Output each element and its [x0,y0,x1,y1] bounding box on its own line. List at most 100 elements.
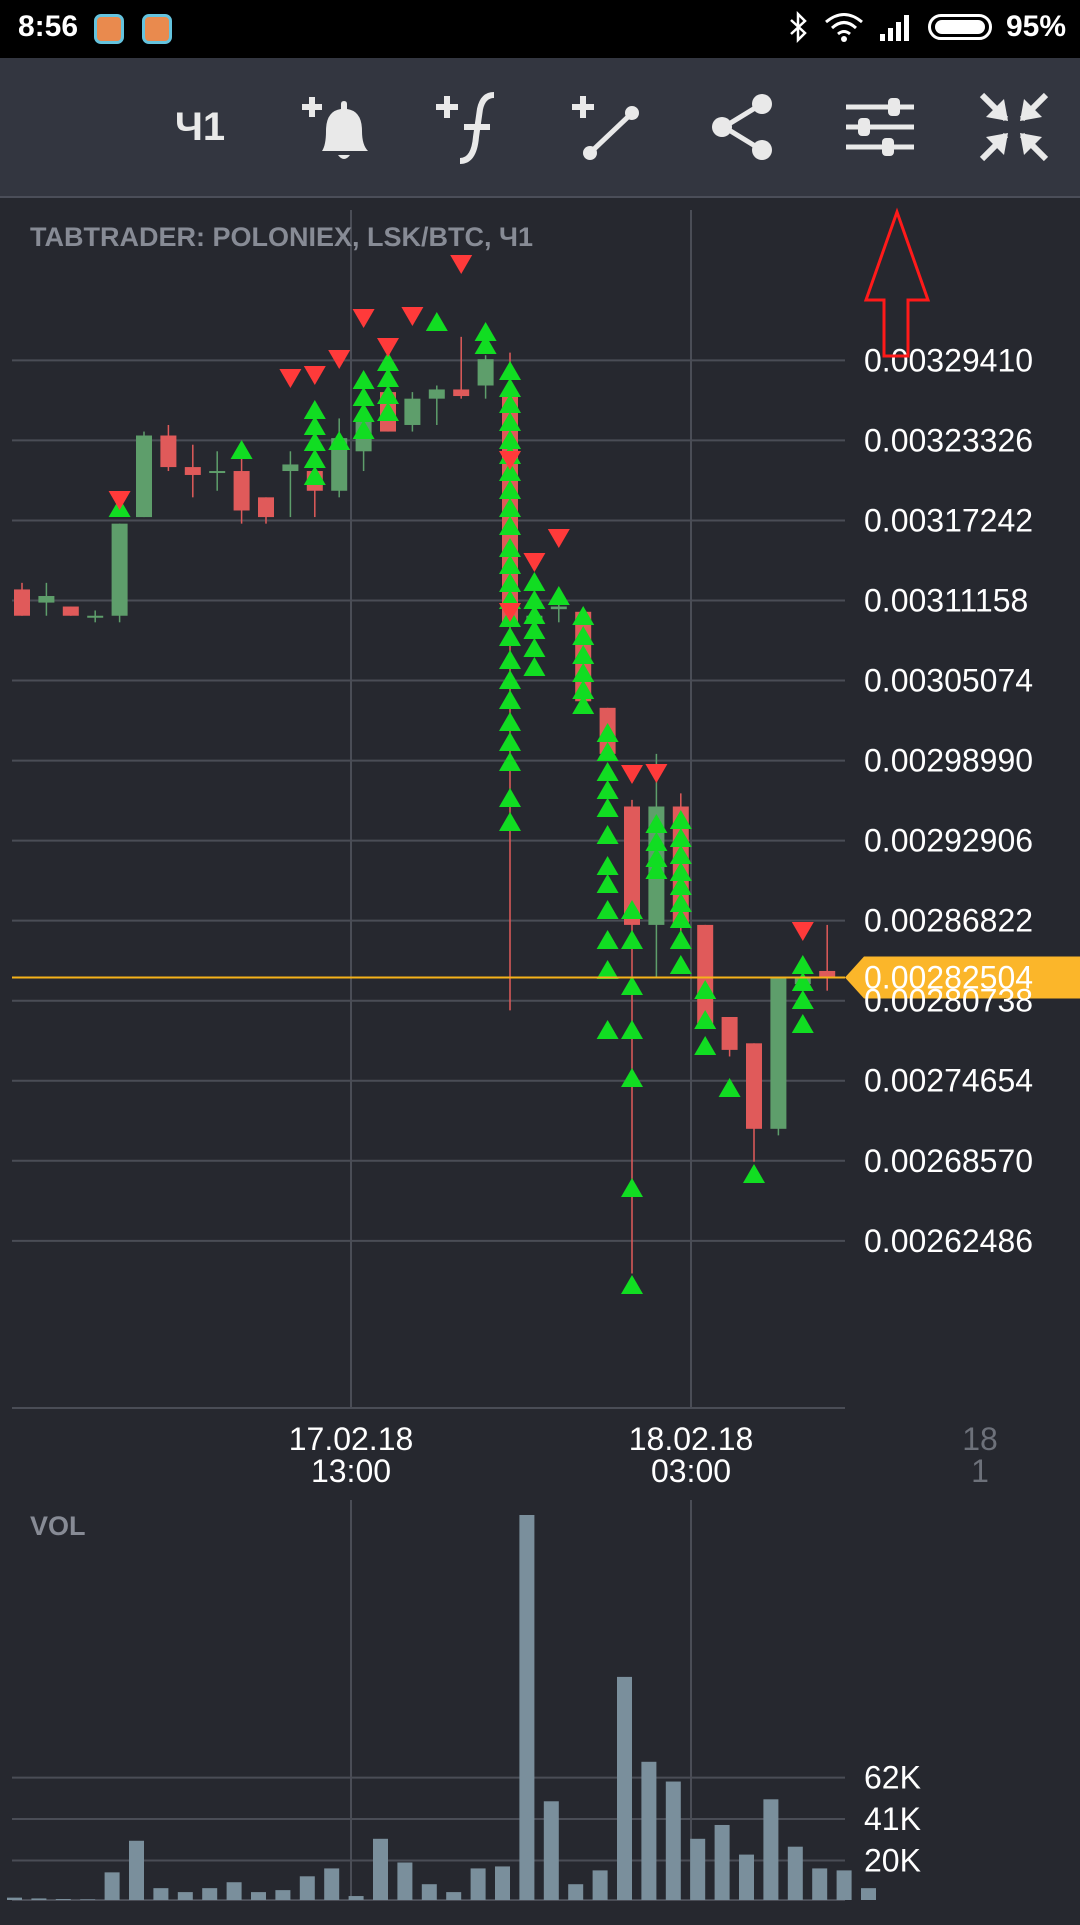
volume-bar [80,1899,96,1900]
buy-signal-marker [596,856,619,875]
buy-signal-marker [352,370,375,389]
buy-signal-marker [596,960,619,979]
chart-title: TABTRADER: POLONIEX, LSK/BTC, Ч1 [30,222,533,252]
add-indicator-button[interactable] [430,58,514,196]
price-axis: 0.00329410 0.00323326 0.00317242 0.00311158… [864,342,1033,1258]
volume-label: VOL [30,1511,86,1541]
wifi-icon [824,13,863,42]
buy-signal-marker [621,1275,643,1294]
volume-bar [129,1840,144,1900]
add-indicator-icon [436,92,495,164]
candle-body [746,1043,762,1129]
sell-signal-marker [523,553,546,572]
add-drawing-button[interactable] [566,58,650,196]
volume-bar [55,1899,71,1900]
candle-body [282,464,299,472]
buy-signal-marker [499,650,521,669]
buy-signal-marker [523,638,546,657]
buy-signal-marker [621,930,643,949]
candle-body [453,389,470,397]
app-notification-icon [94,14,124,44]
volume-bar [519,1515,535,1900]
app-notification-icon [142,14,172,44]
time-tick-date: 17.02.18 [289,1421,414,1457]
add-alert-button[interactable] [296,58,380,196]
price-tick-label: 0.00292906 [864,823,1033,859]
collapse-icon [979,92,1049,162]
volume-bar [763,1799,779,1900]
buy-signal-marker [523,657,546,676]
volume-bar [397,1862,413,1900]
time-tick-date: 18.02.18 [629,1421,754,1457]
buy-signal-marker [596,780,619,799]
buy-signal-marker [499,670,521,689]
sell-signal-marker [450,255,473,274]
volume-bar [690,1838,706,1900]
buy-signal-marker [499,812,521,831]
price-tick-label: 0.00262486 [864,1223,1033,1259]
buy-signal-marker [596,825,619,844]
candle-body [477,359,494,386]
status-bar: 8:56 95% [0,0,1080,58]
chart-settings-button[interactable] [838,58,922,196]
volume-bar [861,1888,876,1900]
price-tick-label: 0.00311158 [864,583,1028,619]
volume-bar [275,1890,291,1900]
candle-body [258,497,274,518]
candle-body [136,435,152,518]
candle-body [184,467,201,475]
volume-bar [7,1897,22,1900]
candle-body [233,471,250,511]
time-axis: 17.02.1813:00 18.02.1803:00 181 [289,1421,998,1489]
volume-bar [31,1898,47,1900]
volume-bar [665,1781,681,1900]
volume-bar [177,1892,193,1900]
share-button[interactable] [700,58,784,196]
add-alert-icon [302,97,368,159]
volume-bar [812,1868,828,1900]
time-tick-time: 1 [971,1453,989,1489]
buy-signal-marker [621,1178,643,1197]
add-drawing-icon [572,96,639,160]
time-tick-time: 03:00 [651,1453,731,1489]
period-selector[interactable]: Ч1 [160,58,240,196]
current-price-label: 0.00282504 [864,959,1033,995]
bluetooth-icon [790,11,807,43]
buy-signal-marker [425,312,448,331]
volume-tick-label: 20K [864,1843,921,1879]
buy-signal-marker [499,627,521,646]
volume-bar [592,1870,608,1900]
buy-signal-marker [621,1020,643,1039]
battery-percent: 95% [1005,10,1066,43]
price-tick-label: 0.00305074 [864,663,1033,699]
volume-bar [836,1870,852,1900]
sell-signal-marker [791,922,814,941]
price-chart[interactable]: TABTRADER: POLONIEX, LSK/BTC, Ч1 0.00329… [0,69,1080,1920]
annotation-highlight [820,69,948,358]
buy-signal-marker [596,930,619,949]
sell-signal-marker [279,369,302,388]
buy-signal-marker [230,440,253,459]
volume-bar [324,1868,340,1900]
buy-signal-marker [669,955,692,974]
signal-icon [879,15,909,41]
buy-signal-marker [547,586,570,605]
buy-signal-marker [791,1014,814,1033]
buy-signal-marker [499,712,521,731]
volume-bar [153,1888,169,1900]
volume-bar [373,1838,388,1900]
volume-bar [446,1892,462,1900]
volume-bar [202,1888,218,1900]
price-tick-label: 0.00323326 [864,422,1033,458]
buy-signal-marker [743,1164,765,1183]
chart-area[interactable]: TABTRADER: POLONIEX, LSK/BTC, Ч1 0.00329… [0,69,1080,1920]
chart-toolbar: Ч1 [0,58,1080,198]
time-tick-time: 13:00 [311,1453,391,1489]
price-tick-label: 0.00329410 [864,342,1033,378]
volume-bar [543,1801,559,1900]
collapse-button[interactable] [972,58,1056,196]
buy-signal-marker [596,900,619,919]
share-icon [712,94,772,160]
buy-signal-marker [791,955,814,974]
volume-bar [251,1892,266,1900]
